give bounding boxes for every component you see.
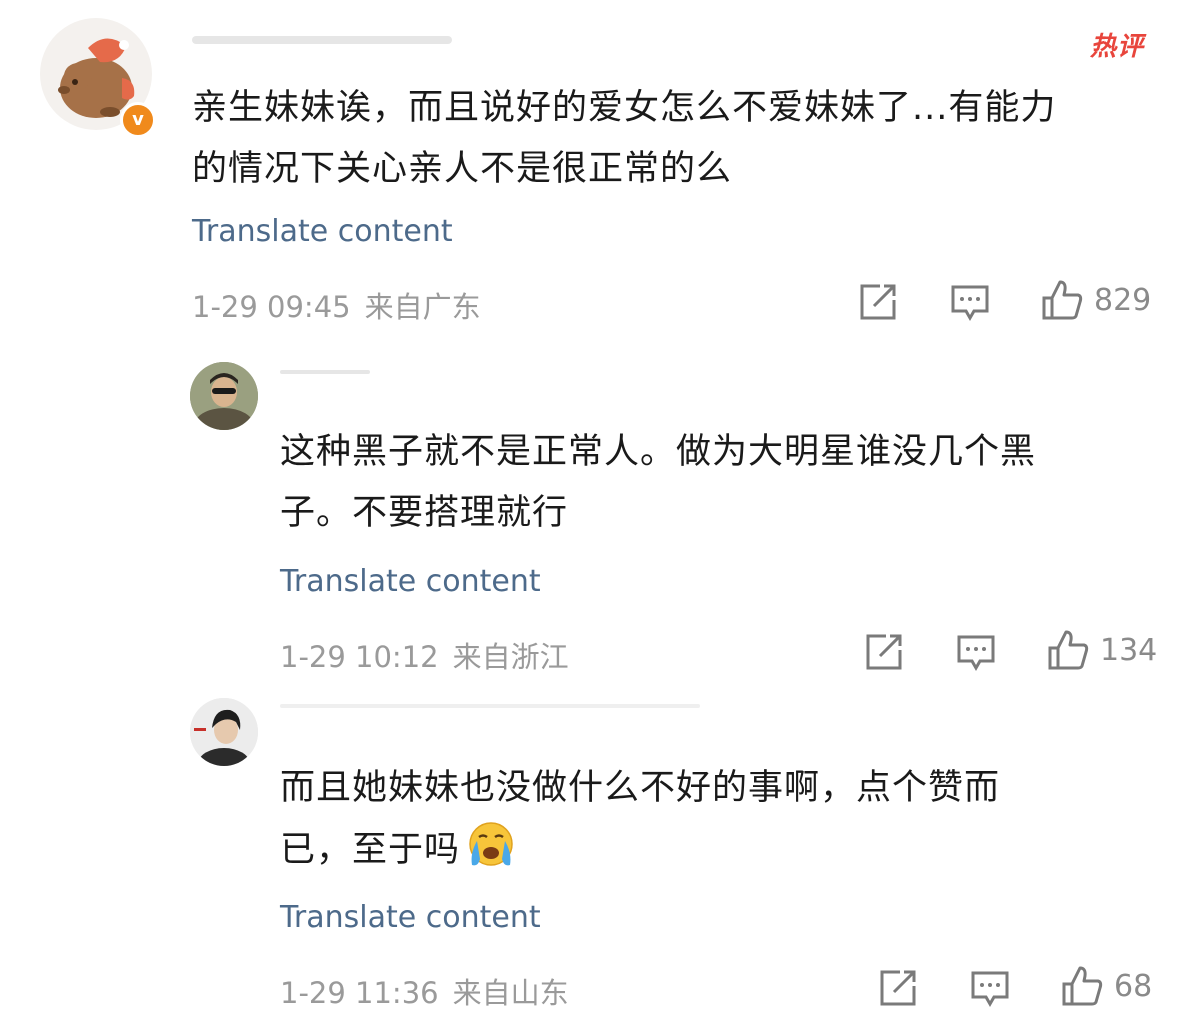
comment-text-fragment: 已，至于吗	[280, 830, 461, 870]
comment-location: 来自山东	[452, 976, 569, 1010]
username-redacted	[192, 36, 452, 44]
comment-location: 来自浙江	[452, 640, 569, 674]
repost-icon	[860, 284, 896, 320]
like-count: 68	[1114, 968, 1153, 1004]
comment-text-line: 这种黑子就不是正常人。做为大明星谁没几个黑	[280, 432, 1037, 472]
translate-link[interactable]: Translate content	[280, 564, 541, 599]
like-button[interactable]: 68	[1060, 964, 1152, 1008]
comment-icon	[971, 971, 1009, 1008]
comment-text-line: 的情况下关心亲人不是很正常的么	[192, 149, 733, 189]
comment-meta: 1-29 10:12 来自浙江	[280, 634, 583, 676]
hot-comment-tag: 热评	[1090, 32, 1145, 62]
repost-button[interactable]	[858, 282, 898, 322]
verified-badge: v	[120, 102, 156, 138]
comment-1: v 热评 亲生妹妹诶，而且说好的爱女怎么不爱妹妹了...有能力 的情况下关心亲人…	[0, 0, 1200, 340]
like-button[interactable]: 134	[1046, 628, 1157, 672]
comment-icon	[957, 635, 995, 672]
comment-button[interactable]	[956, 634, 996, 672]
comment-date: 1-29 10:12	[280, 640, 439, 674]
like-count: 829	[1094, 282, 1152, 318]
comment-text-line: 而且她妹妹也没做什么不好的事啊，点个赞而	[280, 768, 1001, 808]
thumbs-up-icon	[1048, 630, 1089, 670]
comment-text: 亲生妹妹诶，而且说好的爱女怎么不爱妹妹了...有能力 的情况下关心亲人不是很正常…	[192, 78, 1056, 200]
comment-text: 这种黑子就不是正常人。做为大明星谁没几个黑 子。不要搭理就行	[280, 422, 1036, 544]
translate-link[interactable]: Translate content	[280, 900, 541, 935]
crying-face-emoji	[464, 819, 518, 889]
comment-text: 而且她妹妹也没做什么不好的事啊，点个赞而 已，至于吗	[280, 758, 1000, 889]
username-redacted	[280, 704, 700, 708]
translate-link[interactable]: Translate content	[192, 214, 453, 249]
comment-meta: 1-29 09:45 来自广东	[192, 284, 495, 326]
like-count: 134	[1100, 632, 1158, 668]
comment-button[interactable]	[970, 970, 1010, 1008]
repost-icon	[880, 970, 916, 1006]
comment-meta: 1-29 11:36 来自山东	[280, 970, 583, 1012]
comment-text-line: 亲生妹妹诶，而且说好的爱女怎么不爱妹妹了...有能力	[192, 88, 1057, 128]
avatar[interactable]	[190, 362, 258, 430]
comment-button[interactable]	[950, 284, 990, 322]
thumbs-up-icon	[1062, 966, 1103, 1006]
comment-text-line: 子。不要搭理就行	[280, 493, 569, 533]
comment-date: 1-29 09:45	[192, 290, 351, 324]
like-button[interactable]: 829	[1040, 278, 1151, 322]
avatar[interactable]	[190, 698, 258, 766]
comment-text-line: 已，至于吗	[280, 819, 1000, 889]
comment-icon	[951, 285, 989, 322]
repost-icon	[866, 634, 902, 670]
comment-date: 1-29 11:36	[280, 976, 439, 1010]
repost-button[interactable]	[878, 968, 918, 1008]
repost-button[interactable]	[864, 632, 904, 672]
comment-location: 来自广东	[364, 290, 481, 324]
username-redacted	[280, 370, 370, 374]
thumbs-up-icon	[1042, 280, 1083, 320]
